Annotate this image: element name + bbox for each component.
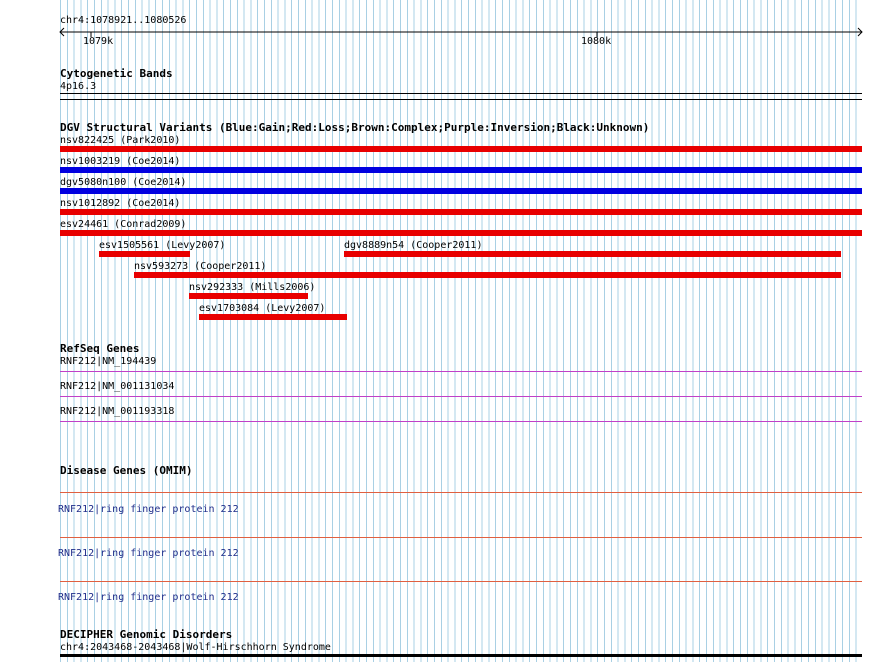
omim-gene-link[interactable]: RNF212|ring finger protein 212 [58, 592, 239, 603]
gene-label[interactable]: RNF212|NM_001131034 [60, 381, 174, 392]
variant-bar[interactable] [344, 251, 841, 257]
variant-label[interactable]: nsv1003219 (Coe2014) [60, 156, 180, 167]
omim-gene-line[interactable] [60, 492, 862, 493]
omim-gene-link[interactable]: RNF212|ring finger protein 212 [58, 504, 239, 515]
variant-label[interactable]: esv24461 (Conrad2009) [60, 219, 186, 230]
gene-label[interactable]: RNF212|NM_194439 [60, 356, 156, 367]
cytoband-label[interactable]: 4p16.3 [60, 81, 96, 92]
variant-label[interactable]: esv1505561 (Levy2007) [99, 240, 225, 251]
omim-gene-link[interactable]: RNF212|ring finger protein 212 [58, 548, 239, 559]
variant-label[interactable]: esv1703084 (Levy2007) [199, 303, 325, 314]
variant-bar[interactable] [134, 272, 841, 278]
ruler [59, 27, 863, 37]
gene-model-line[interactable] [60, 421, 862, 422]
decipher-track-title: DECIPHER Genomic Disorders [60, 628, 233, 641]
variant-bar[interactable] [60, 167, 862, 173]
variant-label[interactable]: nsv593273 (Cooper2011) [134, 261, 266, 272]
gene-model-line[interactable] [60, 371, 862, 372]
dgv-track-title: DGV Structural Variants (Blue:Gain;Red:L… [60, 121, 650, 134]
cytoband-line [60, 93, 862, 94]
variant-label[interactable]: nsv1012892 (Coe2014) [60, 198, 180, 209]
variant-bar[interactable] [60, 188, 862, 194]
decipher-entry[interactable]: chr4:2043468-2043468|Wolf-Hirschhorn Syn… [60, 642, 331, 653]
gene-model-line[interactable] [60, 396, 862, 397]
variant-label[interactable]: nsv292333 (Mills2006) [189, 282, 315, 293]
ruler-tick-label: 1080k [581, 36, 612, 47]
omim-gene-line[interactable] [60, 537, 862, 538]
variant-bar[interactable] [60, 209, 862, 215]
omim-gene-line[interactable] [60, 581, 862, 582]
variant-label[interactable]: dgv5080n100 (Coe2014) [60, 177, 186, 188]
variant-label[interactable]: dgv8889n54 (Cooper2011) [344, 240, 482, 251]
decipher-bar[interactable] [60, 654, 862, 657]
variant-bar[interactable] [60, 230, 862, 236]
variant-bar[interactable] [99, 251, 190, 257]
omim-track-title: Disease Genes (OMIM) [60, 464, 193, 477]
variant-bar[interactable] [199, 314, 347, 320]
cytoband-line [60, 99, 862, 100]
refseq-track-title: RefSeq Genes [60, 342, 140, 355]
variant-label[interactable]: nsv822425 (Park2010) [60, 135, 180, 146]
variant-bar[interactable] [189, 293, 308, 299]
gene-label[interactable]: RNF212|NM_001193318 [60, 406, 174, 417]
variant-bar[interactable] [60, 146, 862, 152]
ruler-tick-label: 1079k [83, 36, 114, 47]
cytoband-track-title: Cytogenetic Bands [60, 67, 173, 80]
